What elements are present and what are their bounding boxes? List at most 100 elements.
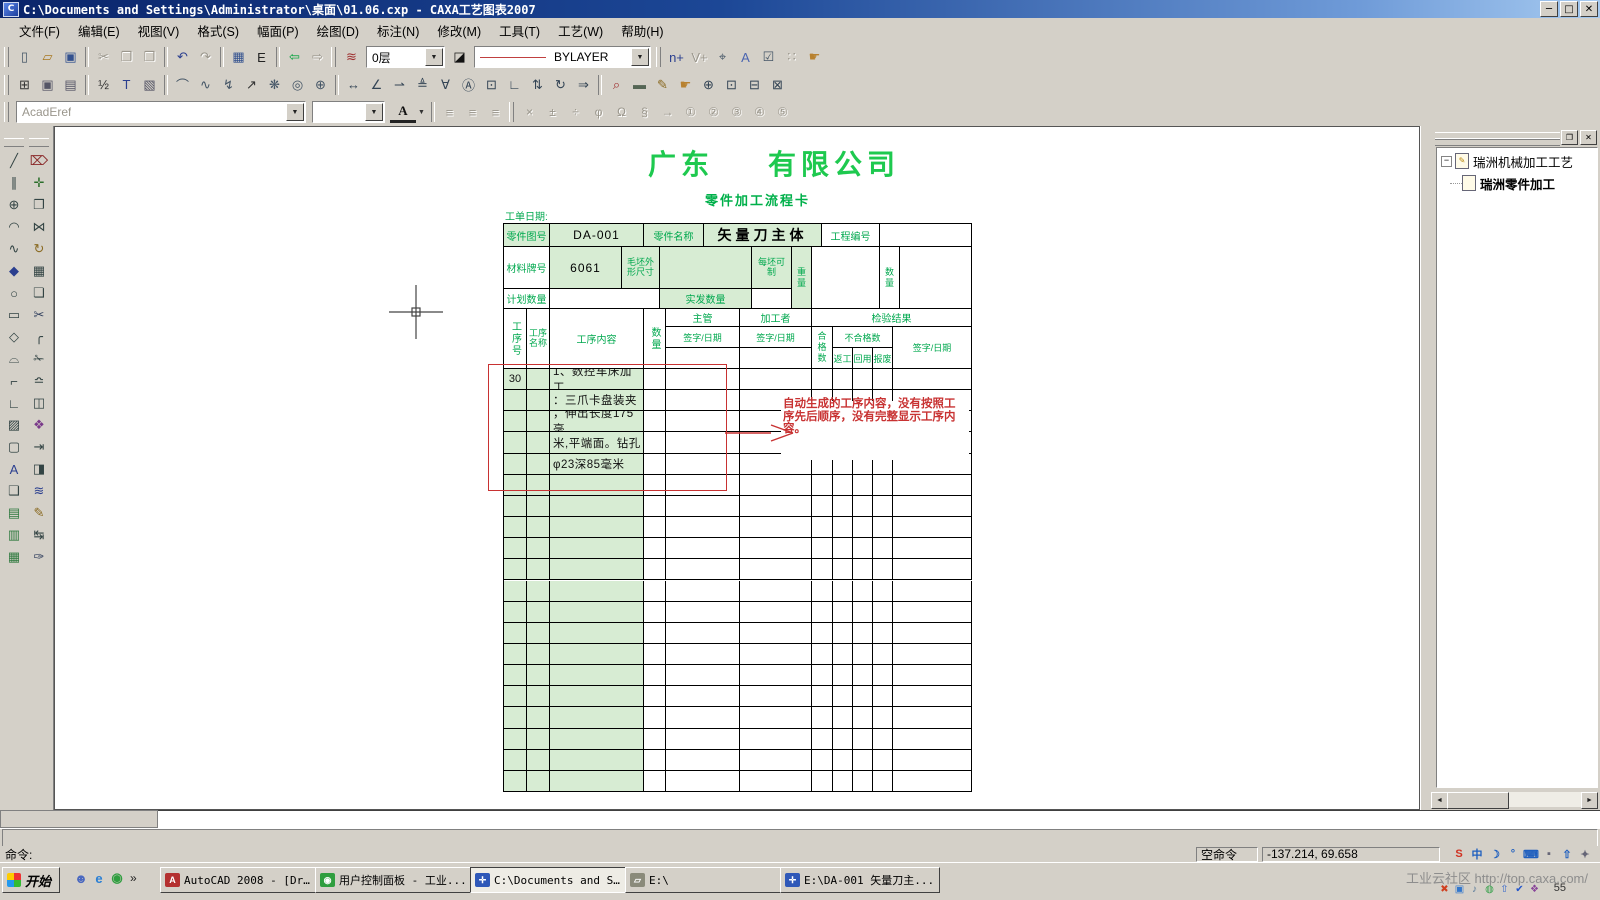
field-edit-icon[interactable]: E [250, 46, 273, 68]
soft-keyboard-icon[interactable]: ⌨ [1522, 847, 1540, 862]
menu-view[interactable]: 视图(V) [129, 18, 189, 43]
layer-manager-icon[interactable]: ≋ [340, 46, 363, 68]
menu-file[interactable]: 文件(F) [10, 18, 69, 43]
pen-edit-icon[interactable]: ✎ [27, 502, 51, 524]
ime-tools-icon[interactable]: ✦ [1576, 847, 1594, 862]
eraser-icon[interactable]: ⌦ [27, 150, 51, 172]
ellipse-icon[interactable]: ○ [2, 282, 26, 304]
wave-line-icon[interactable]: ∿ [194, 74, 217, 96]
start-button[interactable]: 开始 [2, 867, 60, 893]
special-symbol-button-11[interactable]: ⑤ [771, 101, 794, 123]
pick-point-icon[interactable]: ⌖ [711, 46, 734, 68]
task-button-autocad[interactable]: AAutoCAD 2008 - [Dra... [160, 867, 320, 893]
special-symbol-button-6[interactable]: → [656, 101, 679, 123]
panel-grip[interactable] [1435, 138, 1560, 146]
task-button-user-panel[interactable]: ◉用户控制面板 - 工业... [315, 867, 475, 893]
zoom-prev-icon[interactable]: ⊠ [766, 74, 789, 96]
cut-icon[interactable]: ✂ [92, 46, 115, 68]
font-style-combo[interactable]: AcadEref▼ [16, 101, 306, 123]
maximize-button[interactable]: □ [1560, 1, 1578, 17]
circle-a-icon[interactable]: Ⓐ [457, 74, 480, 96]
drawing-canvas[interactable]: 广东 有限公司 零件加工流程卡 工单日期: 零件图号DA-001零件名称矢量刀主… [54, 126, 1420, 810]
line-icon[interactable]: ╱ [2, 150, 26, 172]
circle-icon[interactable]: ⊕ [2, 194, 26, 216]
break-icon[interactable]: ✁ [27, 348, 51, 370]
chevron-down-icon[interactable]: ▼ [365, 103, 383, 121]
special-symbol-button-0[interactable]: × [518, 101, 541, 123]
move-icon[interactable]: ✛ [27, 172, 51, 194]
copy-icon[interactable]: ❐ [115, 46, 138, 68]
stretch-icon[interactable]: ↹ [27, 524, 51, 546]
parallel-line-icon[interactable]: ∥ [2, 172, 26, 194]
fraction-text-icon[interactable]: ½ [92, 74, 115, 96]
corner-line-icon[interactable]: ⌐ [2, 370, 26, 392]
zoom-in-icon[interactable]: ⊕ [697, 74, 720, 96]
hatch-icon[interactable]: ▨ [2, 414, 26, 436]
tree-item-0[interactable]: −✎瑞洲机械加工工艺 [1437, 152, 1597, 170]
mirror-icon[interactable]: ⋈ [27, 216, 51, 238]
zoom-window-icon[interactable]: ⊡ [720, 74, 743, 96]
special-symbol-button-3[interactable]: φ [587, 101, 610, 123]
swap-text-icon[interactable]: ⇅ [526, 74, 549, 96]
layer-move-icon[interactable]: ≋ [27, 480, 51, 502]
table-text-icon[interactable]: T [115, 74, 138, 96]
fill-edit-icon[interactable]: ◨ [27, 458, 51, 480]
task-button-da001[interactable]: ✛E:\DA-001 矢量刀主... [780, 867, 940, 893]
table-check-icon[interactable]: ☑ [757, 46, 780, 68]
menu-paper[interactable]: 幅面(P) [248, 18, 308, 43]
arc-icon[interactable]: ◠ [2, 216, 26, 238]
array-icon[interactable]: ▦ [27, 260, 51, 282]
text-scale-icon[interactable]: A [734, 46, 757, 68]
copy-object-icon[interactable]: ❐ [27, 194, 51, 216]
undo-icon[interactable]: ↶ [171, 46, 194, 68]
ime-lang-icon[interactable]: 中 [1468, 847, 1486, 862]
special-symbol-button-2[interactable]: ÷ [564, 101, 587, 123]
leader-arrow-icon[interactable]: ↗ [240, 74, 263, 96]
caxa-assist-icon[interactable]: S [1450, 847, 1468, 862]
title-bar[interactable]: C C:\Documents and Settings\Administrato… [0, 0, 1600, 18]
redo-icon[interactable]: ↷ [194, 46, 217, 68]
detail-circle-icon[interactable]: ◎ [286, 74, 309, 96]
open-icon[interactable]: ▱ [36, 46, 59, 68]
scroll-left-button[interactable]: ◄ [1431, 792, 1448, 809]
fillet-icon[interactable]: ╭ [27, 326, 51, 348]
close-button[interactable]: ✕ [1580, 1, 1598, 17]
align-right-icon[interactable]: ≡ [484, 101, 507, 123]
chevron-down-icon[interactable]: ▼ [286, 103, 304, 121]
frame-fill-icon[interactable]: ▣ [36, 74, 59, 96]
quick-launch-icon-3[interactable]: ◉ [108, 869, 126, 887]
polyline-icon[interactable]: ⌒ [171, 74, 194, 96]
center-mark-icon[interactable]: ⊕ [309, 74, 332, 96]
ime-user-icon[interactable]: ▪ [1540, 847, 1558, 862]
contour-icon[interactable]: ❋ [263, 74, 286, 96]
menu-process[interactable]: 工艺(W) [549, 18, 612, 43]
tree-item-1[interactable]: 瑞洲零件加工 [1437, 174, 1597, 192]
angle-dim-icon[interactable]: ∠ [365, 74, 388, 96]
next-page-icon[interactable]: ⇨ [306, 46, 329, 68]
align-center-icon[interactable]: ≡ [461, 101, 484, 123]
align-left-icon[interactable]: ≡ [438, 101, 461, 123]
chevron-down-icon[interactable]: ▼ [425, 48, 443, 66]
menu-tools[interactable]: 工具(T) [490, 18, 549, 43]
brush-icon[interactable]: ✑ [27, 546, 51, 568]
vertex-insert-icon[interactable]: V+ [688, 46, 711, 68]
points-icon[interactable]: ∷ [780, 46, 803, 68]
measure-icon[interactable]: ▬ [628, 74, 651, 96]
task-button-caxa-document[interactable]: ✛C:\Documents and Se... [470, 867, 630, 893]
layer-combo[interactable]: 0层▼ [366, 46, 445, 68]
menu-format[interactable]: 格式(S) [188, 18, 248, 43]
plate-icon[interactable]: ▢ [2, 436, 26, 458]
edit-check-icon[interactable]: ✎ [651, 74, 674, 96]
slot-icon[interactable]: ⌓ [2, 348, 26, 370]
polygon-icon[interactable]: ◇ [2, 326, 26, 348]
shapes-icon[interactable]: ❑ [2, 480, 26, 502]
rotate-icon[interactable]: ↻ [27, 238, 51, 260]
axis-icon[interactable]: ∟ [2, 392, 26, 414]
fit-window-icon[interactable]: ⊞ [13, 74, 36, 96]
solid-fill-icon[interactable]: ◆ [2, 260, 26, 282]
spline-icon[interactable]: ∿ [2, 238, 26, 260]
save-icon[interactable]: ▣ [59, 46, 82, 68]
box-icon[interactable]: ◫ [27, 392, 51, 414]
overflow-chevron-icon[interactable]: » [130, 871, 137, 885]
flip-text-icon[interactable]: ∀ [434, 74, 457, 96]
